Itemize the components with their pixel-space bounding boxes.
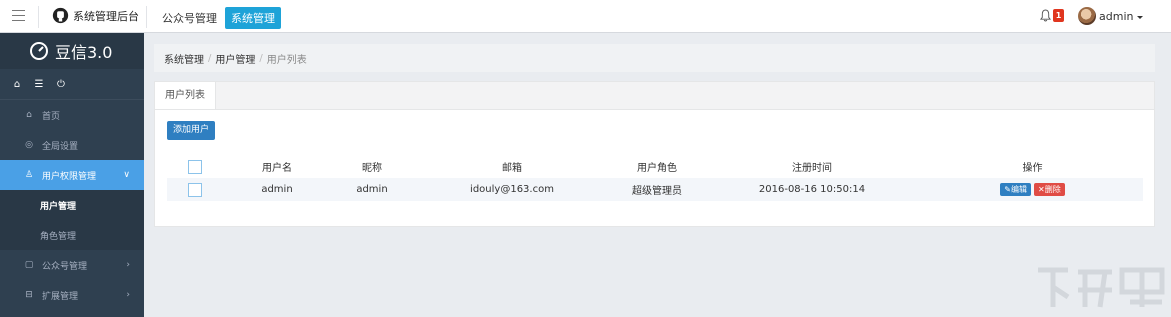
home-icon[interactable]: ⌂ [10, 77, 24, 91]
cell-registered: 2016-08-16 10:50:14 [758, 184, 866, 195]
cell-actions: ✎编辑 ✕删除 [922, 178, 1143, 201]
select-all-checkbox[interactable] [187, 159, 202, 174]
sidebar-item-label: 扩展管理 [42, 291, 79, 302]
sidebar-item-wechat[interactable]: ▢ 公众号管理 › [0, 250, 144, 280]
breadcrumb-item[interactable]: 系统管理 [164, 51, 204, 66]
brand-title: 系统管理后台 [73, 9, 139, 23]
sidebar-subitem-users[interactable]: 用户管理 [0, 190, 144, 220]
brand[interactable]: 系统管理后台 [52, 7, 139, 24]
sidebar-item-label: 公众号管理 [42, 261, 88, 272]
breadcrumb-separator: / [208, 52, 212, 64]
topnav-system[interactable]: 系统管理 [225, 7, 281, 29]
power-icon[interactable]: ⏻ [54, 77, 68, 91]
close-icon: ✕ [1038, 185, 1045, 194]
column-header: 用户名 [262, 163, 292, 174]
sidebar-item-label: 用户权限管理 [42, 171, 97, 182]
notification-badge: 1 [1053, 9, 1064, 22]
column-header: 注册时间 [792, 163, 832, 174]
cell-username: admin [261, 184, 293, 195]
sidebar-item-label: 全局设置 [42, 141, 79, 152]
chevron-right-icon: › [126, 260, 130, 270]
sidebar-logo[interactable]: 豆信3.0 [0, 33, 144, 69]
user-table: 用户名 昵称 邮箱 用户角色 注册时间 操作 admin admin idoul… [167, 155, 1143, 201]
column-header: 昵称 [362, 163, 382, 174]
column-header: 邮箱 [502, 163, 522, 174]
logo-icon [52, 7, 69, 24]
sidebar-item-extensions[interactable]: ⊟ 扩展管理 › [0, 280, 144, 310]
cell-nickname: admin [356, 184, 388, 195]
avatar[interactable] [1078, 7, 1096, 25]
cell-role: 超级管理员 [632, 186, 682, 197]
username: admin [1099, 10, 1134, 23]
top-bar: 系统管理后台 公众号管理 系统管理 1 admin [0, 0, 1171, 33]
top-nav: 公众号管理 系统管理 [160, 7, 281, 29]
content-panel: 用户列表 添加用户 用户名 昵称 邮箱 用户角色 注册时间 操作 admin a… [154, 81, 1155, 227]
sidebar-item-user-permissions[interactable]: ♙ 用户权限管理 ∨ [0, 160, 144, 190]
delete-button[interactable]: ✕删除 [1034, 183, 1065, 196]
add-user-button[interactable]: 添加用户 [167, 121, 216, 140]
menu-toggle-icon[interactable] [12, 10, 25, 22]
topnav-wechat[interactable]: 公众号管理 [160, 7, 219, 29]
tab-user-list[interactable]: 用户列表 [155, 82, 216, 109]
watermark-logo [1038, 267, 1165, 308]
table-header-row: 用户名 昵称 邮箱 用户角色 注册时间 操作 [167, 155, 1143, 178]
list-icon[interactable]: ☰ [32, 77, 46, 91]
edit-button[interactable]: ✎编辑 [1000, 183, 1031, 196]
delete-label: 删除 [1044, 185, 1061, 194]
home-icon: ⌂ [26, 110, 32, 120]
pencil-icon: ✎ [1004, 185, 1011, 194]
sidebar: 豆信3.0 ⌂ ☰ ⏻ ⌂ 首页 ◎ 全局设置 ♙ 用户权限管理 ∨ 用户管理 … [0, 33, 144, 317]
column-header: 操作 [1022, 163, 1043, 174]
divider [146, 6, 147, 28]
sidebar-item-label: 首页 [42, 111, 61, 122]
breadcrumb: 系统管理 / 用户管理 / 用户列表 [154, 44, 1155, 72]
quick-actions: ⌂ ☰ ⏻ [0, 69, 144, 100]
breadcrumb-item[interactable]: 用户管理 [215, 51, 255, 66]
wechat-icon: ▢ [24, 260, 34, 270]
sidebar-item-home[interactable]: ⌂ 首页 [0, 100, 144, 130]
breadcrumb-current: 用户列表 [266, 54, 307, 66]
gauge-icon [30, 42, 48, 60]
sidebar-item-settings[interactable]: ◎ 全局设置 [0, 130, 144, 160]
chevron-right-icon: › [126, 290, 130, 300]
bell-icon[interactable] [1040, 9, 1051, 22]
sidebar-logo-text: 豆信3.0 [55, 43, 113, 62]
breadcrumb-separator: / [259, 52, 263, 64]
tab-bar: 用户列表 [155, 82, 1154, 110]
user-icon: ♙ [24, 170, 34, 180]
caret-down-icon [1137, 15, 1144, 19]
table-row: admin admin idouly@163.com 超级管理员 2016-08… [167, 178, 1143, 201]
extension-icon: ⊟ [25, 290, 33, 300]
cell-email: idouly@163.com [470, 184, 554, 195]
chevron-down-icon: ∨ [123, 170, 130, 180]
settings-icon: ◎ [25, 140, 33, 150]
user-menu[interactable]: admin [1099, 10, 1144, 23]
row-checkbox[interactable] [187, 182, 202, 197]
divider [38, 6, 39, 28]
sidebar-subitem-roles[interactable]: 角色管理 [0, 220, 144, 250]
edit-label: 编辑 [1011, 185, 1027, 194]
column-header: 用户角色 [637, 163, 677, 174]
